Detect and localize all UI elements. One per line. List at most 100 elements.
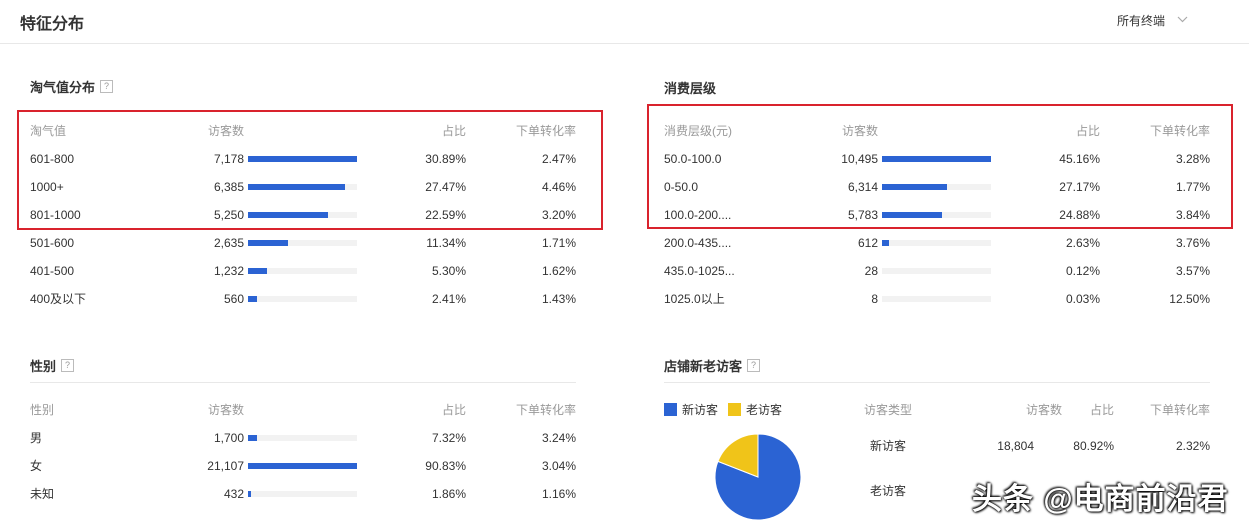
share-value: 2.41%	[431, 292, 466, 306]
table-row: 400及以下 560 2.41% 1.43%	[30, 285, 576, 313]
terminal-select[interactable]: 所有终端	[1117, 12, 1188, 29]
conversion-value: 3.76%	[1175, 236, 1210, 250]
table-row: 200.0-435.... 612 2.63% 3.76%	[664, 229, 1210, 257]
legend-old: 老访客	[728, 401, 782, 418]
share-value: 7.32%	[431, 431, 466, 445]
row-label: 501-600	[30, 236, 75, 250]
row-label: 435.0-1025...	[664, 264, 735, 278]
row-label: 1025.0以上	[664, 292, 725, 306]
bar-fill	[248, 240, 289, 246]
share-value: 1.86%	[431, 487, 466, 501]
bar-fill	[248, 463, 357, 469]
bar-track	[248, 296, 357, 302]
visitors-value: 1,700	[213, 431, 244, 445]
visitors-value: 8	[871, 292, 878, 306]
visitor-pie-chart	[714, 433, 802, 521]
table-row: 女 21,107 90.83% 3.04%	[30, 452, 576, 480]
conversion-value: 3.24%	[541, 431, 576, 445]
share-value: 2.63%	[1065, 236, 1100, 250]
bar-fill	[248, 296, 257, 302]
bar-fill	[882, 240, 889, 246]
bar-track	[248, 491, 357, 497]
visitors-value: 612	[857, 236, 878, 250]
bar-track	[248, 240, 357, 246]
table-row: 435.0-1025... 28 0.12% 3.57%	[664, 257, 1210, 285]
share-value: 11.34%	[426, 236, 466, 250]
page-title: 特征分布	[20, 16, 85, 33]
bar-track	[248, 463, 357, 469]
visitors-value: 560	[223, 292, 244, 306]
legend-swatch-new	[664, 403, 677, 416]
share-value: 5.30%	[431, 264, 466, 278]
bar-track	[882, 268, 991, 274]
row-label: 女	[30, 459, 43, 473]
bar-track	[248, 268, 357, 274]
share-value: 90.83%	[425, 459, 466, 473]
visitors-value: 18,804	[997, 439, 1034, 453]
conversion-value: 1.71%	[541, 236, 576, 250]
share-value: 80.92%	[1073, 439, 1114, 453]
row-label: 老访客	[870, 484, 907, 498]
conversion-value: 1.62%	[541, 264, 576, 278]
help-icon[interactable]: ?	[100, 80, 114, 93]
conversion-value: 1.16%	[541, 487, 576, 501]
bar-fill	[248, 268, 267, 274]
table-row: 501-600 2,635 11.34% 1.71%	[30, 229, 576, 257]
share-value: 0.12%	[1065, 264, 1100, 278]
help-icon[interactable]: ?	[747, 359, 761, 372]
legend-label-old: 老访客	[746, 403, 783, 417]
terminal-select-label: 所有终端	[1117, 14, 1166, 28]
visitors-value: 21,107	[207, 459, 244, 473]
column-header: 性别	[30, 403, 55, 417]
conversion-value: 1.43%	[541, 292, 576, 306]
row-label: 新访客	[870, 439, 907, 453]
visitors-value: 28	[864, 264, 878, 278]
row-label: 200.0-435....	[664, 236, 732, 250]
column-header: 占比	[441, 403, 466, 417]
table-row: 新访客 18,804 80.92% 2.32%	[864, 432, 1210, 460]
row-label: 400及以下	[30, 292, 87, 306]
highlight-box	[17, 110, 603, 230]
chevron-down-icon	[1177, 15, 1188, 26]
table-row: 401-500 1,232 5.30% 1.62%	[30, 257, 576, 285]
table-row: 男 1,700 7.32% 3.24%	[30, 424, 576, 452]
visitors-value: 432	[223, 487, 244, 501]
help-icon[interactable]: ?	[61, 359, 75, 372]
visitors-value: 2,635	[213, 236, 244, 250]
table-row: 未知 432 1.86% 1.16%	[30, 480, 576, 508]
conversion-value: 12.50%	[1169, 292, 1210, 306]
visitors-value: 1,232	[213, 264, 244, 278]
bar-track	[882, 240, 991, 246]
divider	[664, 382, 1210, 383]
highlight-box	[647, 104, 1233, 229]
newold-title: 店铺新老访客	[664, 359, 743, 374]
legend-label-new: 新访客	[682, 403, 719, 417]
column-header: 下单转化率	[515, 403, 576, 417]
row-label: 男	[30, 431, 43, 445]
legend-swatch-old	[728, 403, 741, 416]
legend-new: 新访客	[664, 401, 718, 418]
conversion-value: 2.32%	[1175, 439, 1210, 453]
table-row: 1025.0以上 8 0.03% 12.50%	[664, 285, 1210, 313]
row-label: 未知	[30, 487, 55, 501]
column-header: 访客数	[208, 403, 245, 417]
bar-track	[882, 296, 991, 302]
column-header: 占比	[1089, 403, 1114, 417]
table-header: 访客类型 访客数 占比 下单转化率	[864, 396, 1210, 424]
bar-track	[248, 435, 357, 441]
top-bar: 特征分布 所有终端	[0, 0, 1249, 44]
table-header: 性别 访客数 占比 下单转化率	[30, 396, 576, 424]
conversion-value: 3.04%	[541, 459, 576, 473]
divider	[30, 382, 576, 383]
spending-section-title: 消费层级	[664, 78, 716, 97]
watermark: 头条 @电商前沿君	[972, 483, 1229, 516]
row-label: 401-500	[30, 264, 75, 278]
bar-fill	[248, 435, 257, 441]
share-value: 0.03%	[1065, 292, 1100, 306]
conversion-value: 3.57%	[1175, 264, 1210, 278]
newold-section-title: 店铺新老访客 ?	[664, 356, 761, 375]
taoqi-title: 淘气值分布	[30, 80, 96, 95]
taoqi-section-title: 淘气值分布 ?	[30, 77, 114, 96]
gender-table: 性别 访客数 占比 下单转化率男 1,700 7.32% 3.24% 女 21,107 90.83…	[30, 396, 576, 508]
bar-fill	[248, 491, 251, 497]
